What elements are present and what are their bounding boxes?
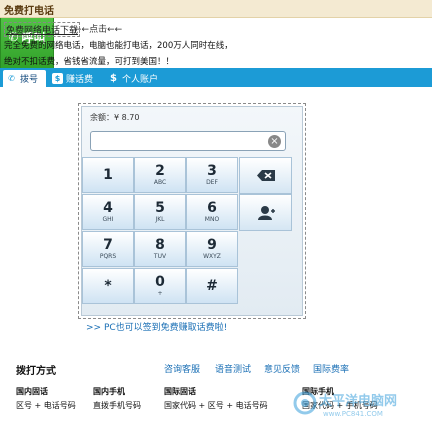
phone-icon: ✆ — [8, 74, 15, 83]
watermark-url: www.PC841.COM — [323, 410, 383, 418]
link-voice-test[interactable]: 语音测试 — [215, 362, 251, 375]
col-domestic-mobile-head: 国内手机 — [93, 387, 125, 396]
key-digit: 8 — [155, 236, 165, 253]
key-digit: 2 — [155, 162, 165, 179]
download-link[interactable]: 免费网络电话下载 — [4, 22, 81, 37]
col-intl-landline-body: 国家代码 + 区号 + 电话号码 — [164, 401, 268, 410]
tab-account-label: 个人账户 — [122, 75, 159, 85]
key-9[interactable]: 9 WXYZ — [186, 231, 238, 267]
dial-methods-title: 拨打方式 — [16, 366, 56, 377]
key-digit: 7 — [103, 236, 113, 253]
phone-number-input[interactable] — [90, 131, 286, 151]
backspace-button[interactable] — [239, 157, 292, 194]
key-digit: 3 — [207, 162, 217, 179]
money-bag-icon: $ — [52, 73, 63, 84]
key-letters: MNO — [204, 215, 220, 223]
key-8[interactable]: 8 TUV — [134, 231, 186, 267]
key-digit: 6 — [207, 199, 217, 216]
watermark-logo: 太平洋电脑网 www.PC841.COM — [293, 388, 423, 418]
key-digit: * — [104, 277, 112, 294]
key-star[interactable]: * — [82, 268, 134, 304]
contacts-icon — [257, 205, 275, 220]
tab-dial-label: 拨号 — [20, 75, 39, 85]
key-letters: ABC — [153, 178, 167, 186]
key-3[interactable]: 3 DEF — [186, 157, 238, 193]
key-letters: GHI — [102, 215, 114, 223]
dollar-icon: $ — [110, 73, 117, 84]
link-customer-service[interactable]: 咨询客服 — [164, 362, 200, 375]
tab-dial[interactable]: ✆ 拨号 — [3, 70, 46, 87]
watermark-text: 太平洋电脑网 — [318, 393, 397, 409]
col-intl-landline-head: 国际固话 — [164, 387, 196, 396]
key-digit: 4 — [103, 199, 113, 216]
click-hint: ←←点击←← — [74, 25, 123, 35]
key-6[interactable]: 6 MNO — [186, 194, 238, 230]
key-0[interactable]: 0 + — [134, 268, 186, 304]
link-feedback[interactable]: 意见反馈 — [264, 362, 300, 375]
clear-icon[interactable]: × — [268, 135, 281, 148]
key-4[interactable]: 4 GHI — [82, 194, 134, 230]
pc-checkin-link[interactable]: >> PC也可以签到免费赚取话费啦! — [86, 320, 227, 333]
key-5[interactable]: 5 JKL — [134, 194, 186, 230]
page-title: 免费打电话 — [4, 6, 54, 17]
promo-line-1: 完全免费的网络电话，电脑也能打电话，200万人同时在线， — [4, 41, 233, 51]
key-1[interactable]: 1 — [82, 157, 134, 193]
link-intl-rates[interactable]: 国际费率 — [313, 362, 349, 375]
col-domestic-mobile-body: 直拨手机号码 — [93, 401, 141, 410]
col-domestic-landline-body: 区号 + 电话号码 — [16, 401, 76, 410]
key-letters: PQRS — [99, 252, 117, 260]
col-domestic-landline-head: 国内固话 — [16, 387, 48, 396]
key-letters: WXYZ — [203, 252, 221, 260]
key-digit: # — [206, 277, 218, 294]
key-digit: 5 — [155, 199, 165, 216]
key-digit: 1 — [103, 166, 113, 183]
page-header — [0, 0, 432, 18]
key-digit: 9 — [207, 236, 217, 253]
balance-label: 余额：¥ 8.70 — [90, 113, 140, 122]
key-7[interactable]: 7 PQRS — [82, 231, 134, 267]
tab-earn-label: 赚话费 — [66, 75, 94, 85]
key-letters: JKL — [155, 215, 165, 223]
tab-account[interactable]: $ 个人账户 — [108, 70, 158, 87]
tab-earn[interactable]: $ 赚话费 — [52, 70, 93, 87]
key-hash[interactable]: # — [186, 268, 238, 304]
key-letters: TUV — [153, 252, 167, 260]
key-2[interactable]: 2 ABC — [134, 157, 186, 193]
key-letters: + — [157, 289, 163, 297]
contacts-button[interactable] — [239, 194, 292, 231]
backspace-icon — [256, 170, 275, 181]
key-digit: 0 — [155, 273, 165, 290]
promo-line-2: 绝对不扣话费，省钱省流量，可打到美国！！ — [4, 57, 175, 67]
key-letters: DEF — [206, 178, 218, 186]
